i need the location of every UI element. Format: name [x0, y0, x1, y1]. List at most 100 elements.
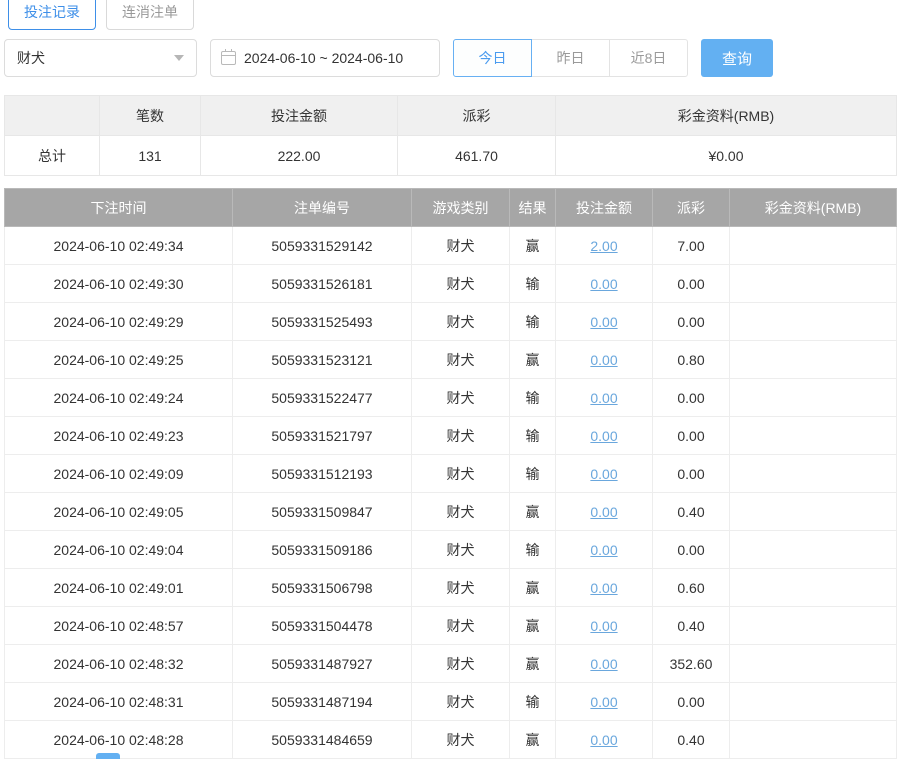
header-bet-time: 下注时间 — [5, 189, 233, 227]
bet-amount-link[interactable]: 0.00 — [590, 504, 617, 520]
cell-bet-amount: 0.00 — [556, 455, 653, 493]
header-bonus: 彩金资料(RMB) — [730, 189, 897, 227]
cell-result: 输 — [510, 303, 556, 341]
bet-amount-link[interactable]: 2.00 — [590, 238, 617, 254]
cell-result: 输 — [510, 265, 556, 303]
bet-amount-link[interactable]: 0.00 — [590, 352, 617, 368]
today-button[interactable]: 今日 — [453, 39, 532, 77]
bet-amount-link[interactable]: 0.00 — [590, 618, 617, 634]
cell-payout: 0.00 — [653, 683, 730, 721]
cell-bet-time: 2024-06-10 02:49:29 — [5, 303, 233, 341]
cell-bonus — [730, 721, 897, 759]
cell-payout: 0.40 — [653, 607, 730, 645]
cell-payout: 0.00 — [653, 303, 730, 341]
summary-total-bonus: ¥0.00 — [556, 136, 897, 176]
header-bet-amount: 投注金额 — [556, 189, 653, 227]
last-8-days-button[interactable]: 近8日 — [609, 39, 688, 77]
cell-order-number: 5059331487194 — [233, 683, 412, 721]
date-range-value: 2024-06-10 ~ 2024-06-10 — [244, 50, 403, 66]
summary-total-row: 总计 131 222.00 461.70 ¥0.00 — [5, 136, 897, 176]
cell-game-type: 财犬 — [412, 721, 510, 759]
calendar-icon — [221, 51, 236, 65]
filter-bar: 财犬 2024-06-10 ~ 2024-06-10 今日 昨日 近8日 查询 — [4, 39, 900, 77]
cell-bonus — [730, 341, 897, 379]
bet-amount-link[interactable]: 0.00 — [590, 542, 617, 558]
summary-total-label: 总计 — [5, 136, 100, 176]
tab-cancelled-orders[interactable]: 连消注单 — [106, 0, 194, 30]
yesterday-button[interactable]: 昨日 — [531, 39, 610, 77]
cell-game-type: 财犬 — [412, 455, 510, 493]
cell-bonus — [730, 569, 897, 607]
cell-bet-amount: 0.00 — [556, 569, 653, 607]
cell-game-type: 财犬 — [412, 645, 510, 683]
summary-header-blank — [5, 96, 100, 136]
cell-bonus — [730, 531, 897, 569]
header-result: 结果 — [510, 189, 556, 227]
cell-payout: 0.80 — [653, 341, 730, 379]
cell-bonus — [730, 683, 897, 721]
bet-amount-link[interactable]: 0.00 — [590, 428, 617, 444]
cell-bet-time: 2024-06-10 02:48:57 — [5, 607, 233, 645]
bet-amount-link[interactable]: 0.00 — [590, 314, 617, 330]
summary-header-payout: 派彩 — [398, 96, 556, 136]
cell-bonus — [730, 417, 897, 455]
cell-bet-time: 2024-06-10 02:49:34 — [5, 227, 233, 265]
table-row: 2024-06-10 02:49:04 5059331509186 财犬 输 0… — [5, 531, 897, 569]
summary-header-bet-amount: 投注金额 — [201, 96, 398, 136]
cell-bonus — [730, 303, 897, 341]
bet-table-body: 2024-06-10 02:49:34 5059331529142 财犬 赢 2… — [5, 227, 897, 759]
cell-bet-time: 2024-06-10 02:49:09 — [5, 455, 233, 493]
bet-amount-link[interactable]: 0.00 — [590, 276, 617, 292]
cell-order-number: 5059331487927 — [233, 645, 412, 683]
bet-amount-link[interactable]: 0.00 — [590, 580, 617, 596]
cell-bet-time: 2024-06-10 02:49:01 — [5, 569, 233, 607]
cell-result: 输 — [510, 379, 556, 417]
table-row: 2024-06-10 02:49:29 5059331525493 财犬 输 0… — [5, 303, 897, 341]
bet-table-header-row: 下注时间 注单编号 游戏类别 结果 投注金额 派彩 彩金资料(RMB) — [5, 189, 897, 227]
cell-bonus — [730, 493, 897, 531]
bet-records-page: 投注记录 连消注单 财犬 2024-06-10 ~ 2024-06-10 今日 … — [0, 0, 904, 759]
summary-header-bonus: 彩金资料(RMB) — [556, 96, 897, 136]
cell-result: 赢 — [510, 227, 556, 265]
bet-amount-link[interactable]: 0.00 — [590, 466, 617, 482]
game-select[interactable]: 财犬 — [4, 39, 197, 77]
cell-bet-amount: 0.00 — [556, 265, 653, 303]
chevron-down-icon — [174, 55, 184, 61]
cell-bonus — [730, 455, 897, 493]
tab-bet-records[interactable]: 投注记录 — [8, 0, 96, 30]
cell-order-number: 5059331529142 — [233, 227, 412, 265]
date-range-input[interactable]: 2024-06-10 ~ 2024-06-10 — [210, 39, 440, 77]
bet-amount-link[interactable]: 0.00 — [590, 656, 617, 672]
table-row: 2024-06-10 02:49:30 5059331526181 财犬 输 0… — [5, 265, 897, 303]
cell-bonus — [730, 227, 897, 265]
bet-amount-link[interactable]: 0.00 — [590, 732, 617, 748]
cell-game-type: 财犬 — [412, 531, 510, 569]
table-row: 2024-06-10 02:48:31 5059331487194 财犬 输 0… — [5, 683, 897, 721]
table-row: 2024-06-10 02:48:28 5059331484659 财犬 赢 0… — [5, 721, 897, 759]
summary-total-count: 131 — [100, 136, 201, 176]
cell-bet-amount: 0.00 — [556, 417, 653, 455]
pagination-page-button[interactable] — [96, 753, 120, 759]
table-row: 2024-06-10 02:49:34 5059331529142 财犬 赢 2… — [5, 227, 897, 265]
search-button[interactable]: 查询 — [701, 39, 773, 77]
cell-payout: 0.00 — [653, 417, 730, 455]
header-payout: 派彩 — [653, 189, 730, 227]
cell-bonus — [730, 645, 897, 683]
cell-payout: 0.00 — [653, 455, 730, 493]
cell-game-type: 财犬 — [412, 341, 510, 379]
bet-amount-link[interactable]: 0.00 — [590, 694, 617, 710]
cell-game-type: 财犬 — [412, 569, 510, 607]
cell-bet-time: 2024-06-10 02:48:31 — [5, 683, 233, 721]
cell-bet-time: 2024-06-10 02:49:24 — [5, 379, 233, 417]
cell-result: 赢 — [510, 607, 556, 645]
cell-order-number: 5059331526181 — [233, 265, 412, 303]
table-row: 2024-06-10 02:49:24 5059331522477 财犬 输 0… — [5, 379, 897, 417]
cell-payout: 7.00 — [653, 227, 730, 265]
bet-amount-link[interactable]: 0.00 — [590, 390, 617, 406]
header-game-type: 游戏类别 — [412, 189, 510, 227]
table-row: 2024-06-10 02:49:09 5059331512193 财犬 输 0… — [5, 455, 897, 493]
cell-order-number: 5059331523121 — [233, 341, 412, 379]
cell-bet-amount: 0.00 — [556, 379, 653, 417]
cell-bet-amount: 0.00 — [556, 645, 653, 683]
cell-result: 输 — [510, 683, 556, 721]
